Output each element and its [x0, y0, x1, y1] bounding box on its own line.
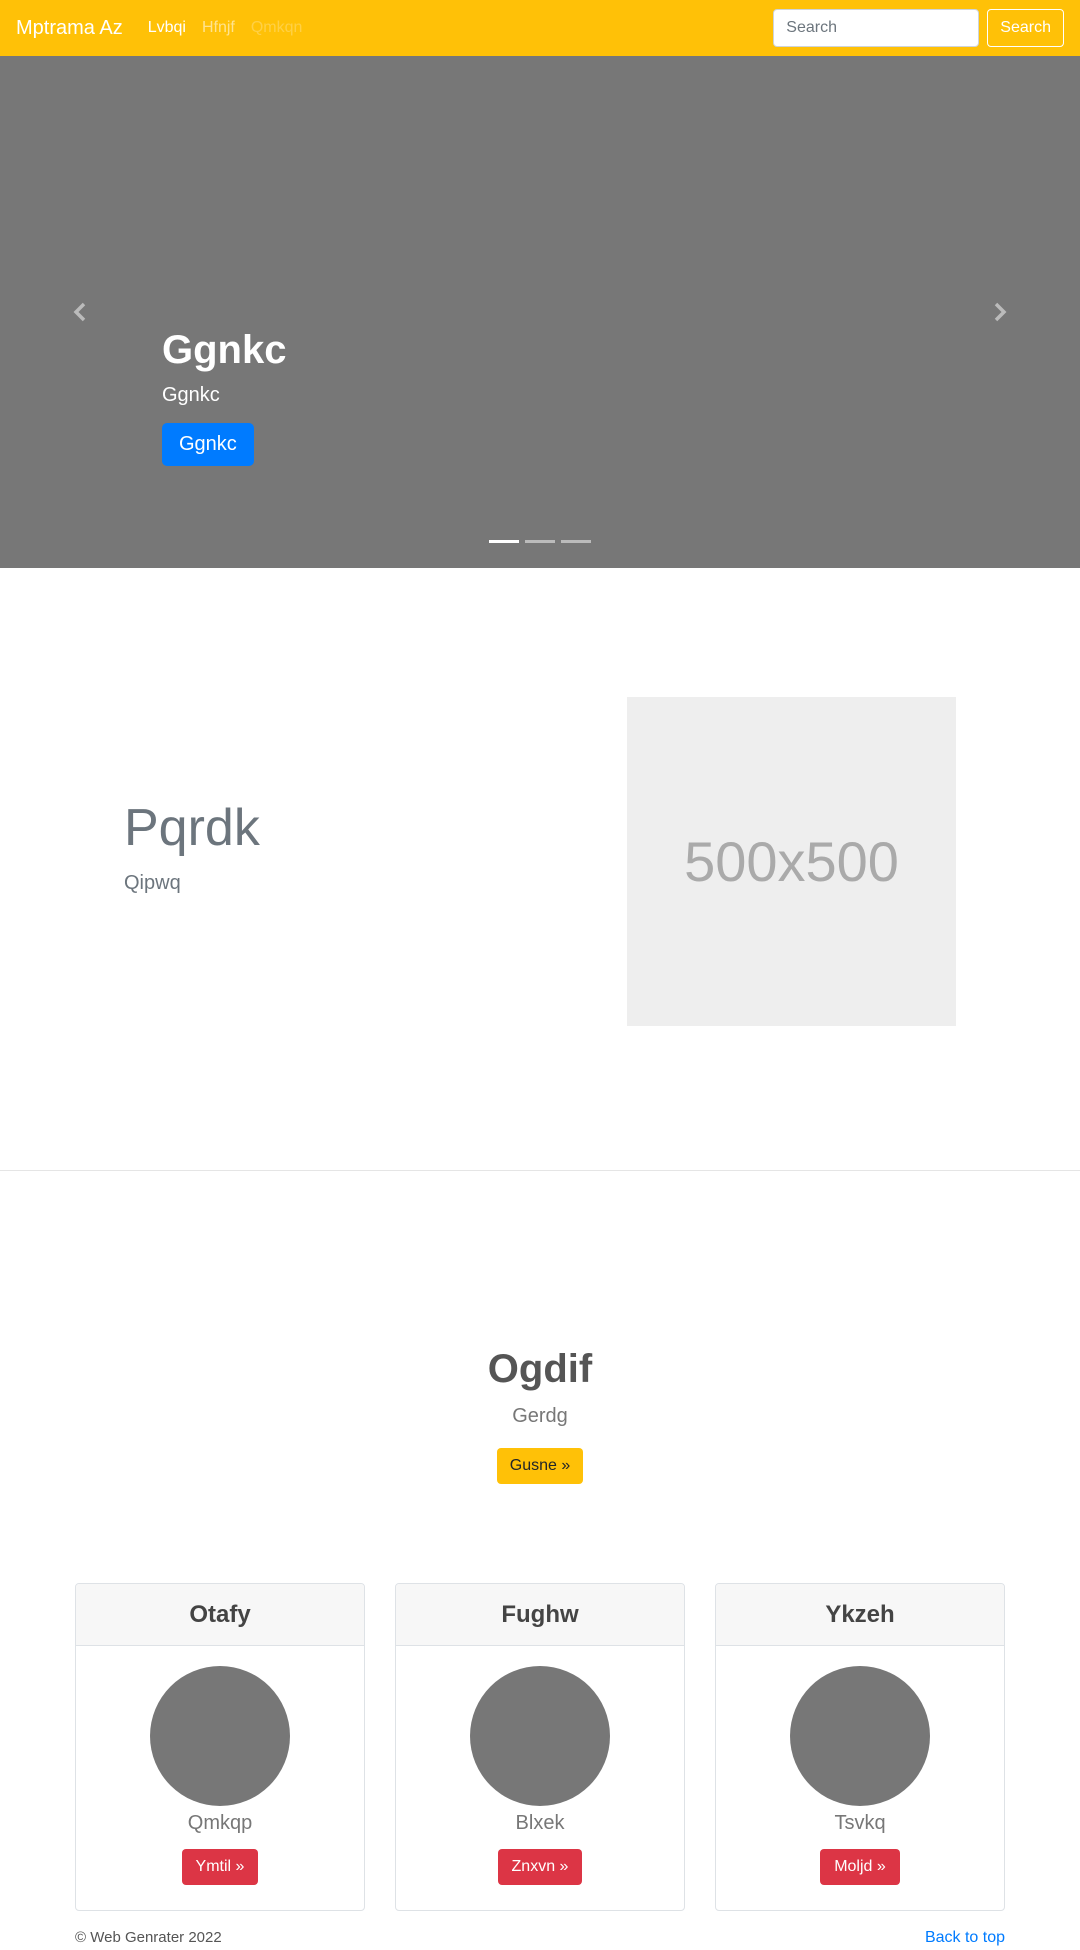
- navbar: Mptrama Az Lvbqi Hfnjf Qmkqn Search: [0, 0, 1080, 56]
- nav-link-hfnjf[interactable]: Hfnjf: [202, 19, 235, 37]
- card-ykzeh: Ykzeh Tsvkq Moljd »: [715, 1583, 1005, 1911]
- carousel-caption: Ggnkc Ggnkc Ggnkc: [162, 326, 286, 466]
- card-button[interactable]: Znxvn »: [497, 1849, 583, 1885]
- navbar-brand[interactable]: Mptrama Az: [16, 17, 123, 40]
- chevron-right-icon: [994, 302, 1007, 322]
- card-body: Blxek Znxvn »: [396, 1646, 684, 1885]
- chevron-left-icon: [73, 302, 86, 322]
- card-fughw: Fughw Blxek Znxvn »: [395, 1583, 685, 1911]
- card-otafy: Otafy Qmkqp Ymtil »: [75, 1583, 365, 1911]
- search-button[interactable]: Search: [987, 9, 1064, 47]
- feature-image-label: 500x500: [684, 830, 899, 893]
- search-input[interactable]: [773, 9, 980, 47]
- carousel-subtitle: Ggnkc: [162, 384, 220, 406]
- back-to-top-link[interactable]: Back to top: [925, 1929, 1005, 1947]
- card-header: Otafy: [76, 1584, 364, 1646]
- card-body: Qmkqp Ymtil »: [76, 1646, 364, 1885]
- feature-image-placeholder: 500x500: [627, 697, 956, 1026]
- card-button[interactable]: Moljd »: [820, 1849, 900, 1885]
- nav-link-qmkqn: Qmkqn: [250, 19, 303, 36]
- feature-lead: Qipwq: [124, 872, 181, 894]
- card-text: Qmkqp: [187, 1812, 253, 1834]
- card-header: Fughw: [396, 1584, 684, 1646]
- carousel-prev-button[interactable]: [0, 56, 162, 568]
- section-button-wrap: Gusne »: [0, 1448, 1080, 1484]
- carousel-cta-button[interactable]: Ggnkc: [162, 423, 254, 466]
- section-divider: [0, 1170, 1080, 1171]
- avatar: [790, 1666, 930, 1806]
- carousel-indicator-1[interactable]: [489, 540, 519, 543]
- carousel-indicator-2[interactable]: [525, 540, 555, 543]
- carousel-title: Ggnkc: [162, 328, 287, 372]
- avatar: [150, 1666, 290, 1806]
- nav-link-lvbqi[interactable]: Lvbqi: [148, 19, 186, 37]
- feature-heading: Pqrdk: [124, 799, 260, 857]
- section-title: Ogdif: [487, 1347, 593, 1391]
- card-text: Tsvkq: [834, 1812, 886, 1834]
- section-cta-button[interactable]: Gusne »: [496, 1448, 584, 1484]
- carousel-indicator-3[interactable]: [561, 540, 591, 543]
- card-button[interactable]: Ymtil »: [181, 1849, 259, 1885]
- carousel-indicators: [0, 540, 1080, 543]
- carousel-next-button[interactable]: [918, 56, 1080, 568]
- card-header: Ykzeh: [716, 1584, 1004, 1646]
- card-body: Tsvkq Moljd »: [716, 1646, 1004, 1885]
- card-text: Blxek: [515, 1812, 565, 1834]
- footer-copyright: © Web Genrater 2022: [75, 1929, 222, 1946]
- avatar: [470, 1666, 610, 1806]
- section-lead: Gerdg: [512, 1405, 568, 1427]
- hero-carousel: Ggnkc Ggnkc Ggnkc: [0, 56, 1080, 568]
